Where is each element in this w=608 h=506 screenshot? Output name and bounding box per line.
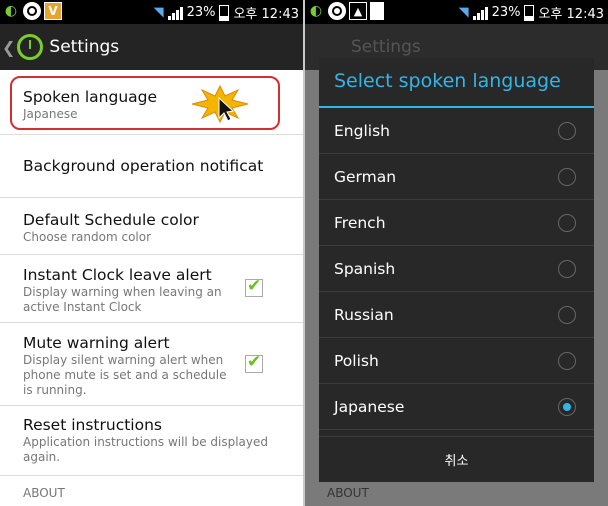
settings-list: Spoken language Japanese Background oper… [0, 70, 303, 506]
dialog-title: Select spoken language [319, 58, 594, 108]
mute-warning-checkbox[interactable] [245, 352, 263, 373]
select-language-dialog: Select spoken language English German Fr… [319, 58, 594, 482]
dimmed-page-title: Settings [351, 37, 421, 57]
chat-icon [328, 2, 346, 20]
tap-burst-icon [191, 84, 249, 124]
language-option-japanese[interactable]: Japanese [319, 384, 594, 430]
language-option-polish[interactable]: Polish [319, 338, 594, 384]
setting-mute-warning-alert[interactable]: Mute warning alert Display silent warnin… [0, 323, 303, 406]
radio-button[interactable] [558, 306, 576, 324]
setting-subtitle: Choose random color [23, 230, 152, 244]
status-bar: ◐ ▲ ◥ 23% 오후 12:43 [305, 0, 608, 24]
cancel-button[interactable]: 취소 [319, 436, 594, 482]
status-bar: ◐ V ◥ 23% 오후 12:43 [0, 0, 303, 24]
battery-icon [219, 4, 230, 21]
setting-title: Reset instructions [23, 416, 162, 434]
option-label: Russian [334, 305, 394, 324]
radio-button[interactable] [558, 214, 576, 232]
battery-percent: 23% [491, 5, 521, 20]
setting-subtitle: Application instructions will be display… [23, 435, 269, 464]
app-logo-icon[interactable] [17, 34, 44, 60]
battery-icon [524, 4, 535, 21]
settings-screen: ◐ V ◥ 23% 오후 12:43 ❮ Settings Spoken lan… [0, 0, 303, 506]
setting-default-schedule-color[interactable]: Default Schedule color Choose random col… [0, 198, 303, 255]
section-about: ABOUT [23, 486, 65, 500]
setting-subtitle: Display silent warning alert when phone … [23, 353, 227, 397]
radio-button[interactable] [558, 168, 576, 186]
lemon-icon: ◐ [4, 3, 18, 19]
option-label: French [334, 213, 386, 232]
wifi-icon: ◥ [153, 5, 164, 20]
clock: 오후 12:43 [538, 7, 604, 22]
language-option-russian[interactable]: Russian [319, 292, 594, 338]
option-label: English [334, 121, 390, 140]
option-label: German [334, 167, 397, 186]
document-icon [370, 2, 384, 20]
option-label: Spanish [334, 259, 396, 278]
v-app-icon: V [44, 2, 62, 20]
radio-button[interactable] [558, 352, 576, 370]
chat-icon [23, 2, 41, 20]
radio-button[interactable] [558, 122, 576, 140]
image-icon: ▲ [349, 2, 367, 20]
wifi-icon: ◥ [458, 5, 469, 20]
setting-title: Background operation notificat [23, 157, 264, 175]
dimmed-section-about: ABOUT [327, 486, 369, 500]
page-title: Settings [49, 37, 120, 57]
action-bar: ❮ Settings [0, 24, 303, 70]
radio-button[interactable] [558, 260, 576, 278]
option-label: Polish [334, 351, 379, 370]
language-option-english[interactable]: English [319, 108, 594, 154]
option-label: Japanese [334, 397, 405, 416]
setting-subtitle: Display warning when leaving an active I… [23, 285, 222, 314]
setting-background-notification[interactable]: Background operation notificat [0, 135, 303, 198]
instant-clock-checkbox[interactable] [245, 276, 263, 297]
battery-percent: 23% [186, 5, 216, 20]
setting-title: Default Schedule color [23, 211, 199, 229]
clock: 오후 12:43 [233, 7, 299, 22]
setting-reset-instructions[interactable]: Reset instructions Application instructi… [0, 406, 303, 476]
signal-icon [472, 6, 488, 20]
lemon-icon: ◐ [309, 3, 323, 19]
language-option-german[interactable]: German [319, 154, 594, 200]
signal-icon [167, 6, 183, 20]
setting-title: Instant Clock leave alert [23, 266, 212, 284]
language-option-spanish[interactable]: Spanish [319, 246, 594, 292]
setting-instant-clock-alert[interactable]: Instant Clock leave alert Display warnin… [0, 255, 303, 323]
language-option-french[interactable]: French [319, 200, 594, 246]
radio-button-selected[interactable] [558, 398, 576, 416]
language-dialog-screen: ◐ ▲ ◥ 23% 오후 12:43 Settings Select spoke… [305, 0, 608, 506]
back-chevron-icon[interactable]: ❮ [2, 38, 15, 57]
setting-title: Mute warning alert [23, 334, 170, 352]
